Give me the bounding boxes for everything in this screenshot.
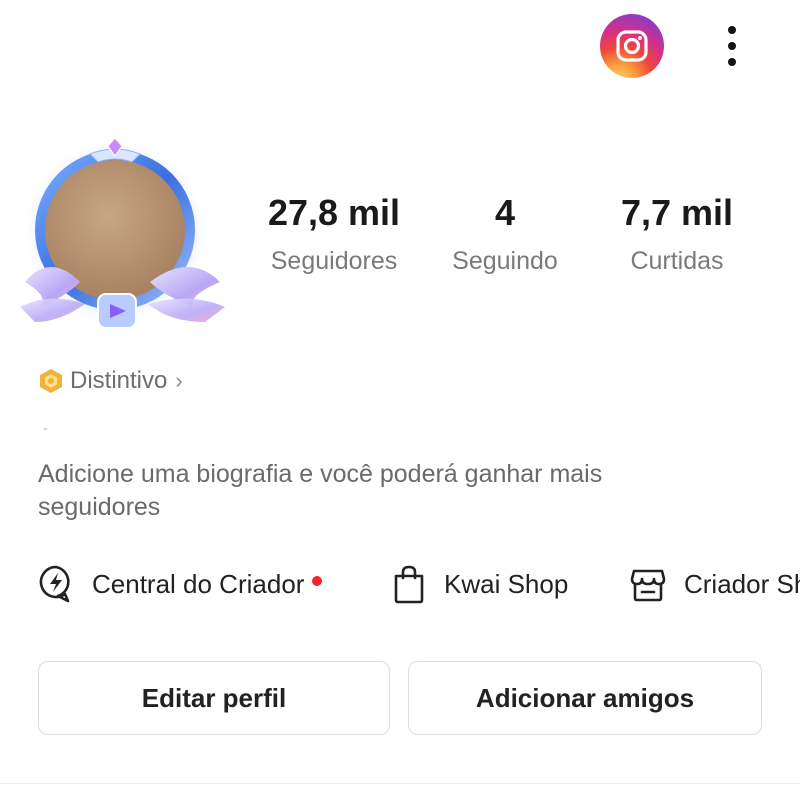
notification-dot: [312, 576, 323, 586]
shortcut-label: Central do Criador: [92, 568, 305, 599]
badge-label: Distintivo: [70, 367, 168, 394]
lightning-circle-icon: [39, 565, 70, 603]
divider-mark: [44, 428, 47, 430]
divider: [0, 783, 800, 784]
avatar[interactable]: [20, 132, 225, 337]
bio-text[interactable]: Adicione uma biografia e você poderá gan…: [38, 458, 698, 524]
stat-likes[interactable]: 7,7 mil Curtidas: [592, 193, 762, 277]
edit-profile-button[interactable]: Editar perfil: [38, 661, 390, 735]
shortcut-label: Criador Sh: [684, 568, 800, 599]
followers-label: Seguidores: [270, 247, 398, 275]
instagram-button[interactable]: [600, 14, 664, 78]
shortcut-label: Kwai Shop: [444, 568, 569, 599]
following-label: Seguindo: [452, 247, 558, 275]
shortcut-creator-shop[interactable]: Criador Sh: [630, 562, 800, 606]
stat-following[interactable]: 4 Seguindo: [420, 193, 590, 277]
badge-link[interactable]: Distintivo ›: [38, 364, 183, 398]
add-friends-button[interactable]: Adicionar amigos: [408, 661, 762, 735]
chevron-right-icon: ›: [175, 368, 183, 393]
likes-label: Curtidas: [630, 247, 724, 275]
avatar-frame-icon: [20, 137, 225, 329]
likes-count: 7,7 mil: [620, 192, 734, 233]
storefront-icon: [630, 569, 666, 602]
stat-followers[interactable]: 27,8 mil Seguidores: [249, 193, 419, 277]
shortcut-creator-center[interactable]: Central do Criador: [38, 562, 323, 606]
more-options-button[interactable]: [712, 18, 752, 74]
shortcut-kwai-shop[interactable]: Kwai Shop: [392, 562, 568, 606]
vertical-ellipsis-icon: [728, 26, 736, 34]
instagram-icon: [616, 30, 648, 62]
following-count: 4: [494, 192, 516, 233]
shopping-bag-icon: [394, 565, 424, 604]
followers-count: 27,8 mil: [267, 192, 401, 233]
hexagon-badge-icon: [40, 369, 62, 393]
